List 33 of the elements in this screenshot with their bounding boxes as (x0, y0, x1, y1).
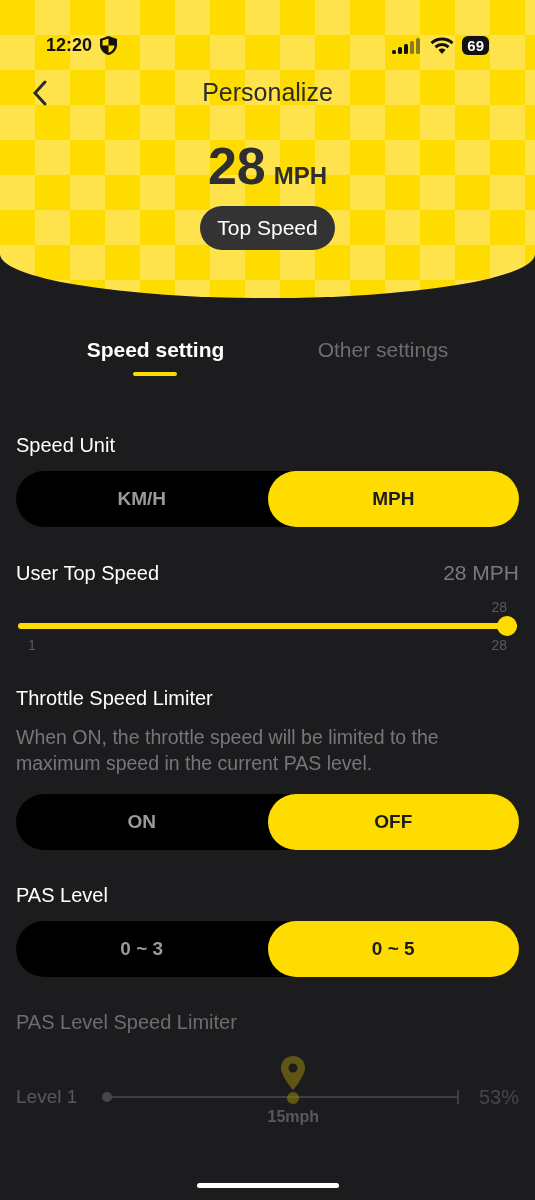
tab[interactable]: Speed setting (86, 338, 225, 388)
speed-value: 28 (207, 136, 266, 196)
segment-option[interactable]: KM/H (16, 471, 268, 527)
segment-option[interactable]: OFF (267, 794, 519, 850)
setting-title: PAS Level (16, 884, 109, 907)
slider-track[interactable] (18, 615, 517, 637)
segment-option[interactable]: 0 ~ 5 (267, 921, 519, 977)
segment-option[interactable]: 0 ~ 3 (16, 921, 268, 977)
setting-title: User Top Speed (16, 561, 160, 585)
setting-title: Speed Unit (16, 434, 116, 457)
level-label: Level 1 (16, 1086, 79, 1108)
setting-title: Throttle Speed Limiter (16, 687, 214, 710)
segment-option[interactable]: MPH (267, 471, 519, 527)
page-title: Personalize (202, 77, 333, 107)
start-dot (102, 1092, 112, 1102)
max-label: 28 (490, 599, 508, 615)
battery-level: 69 (462, 35, 489, 55)
speed-reading: 28 MPH (443, 561, 519, 585)
segment-option[interactable]: ON (16, 794, 268, 850)
back-icon[interactable] (32, 80, 48, 106)
setting-title: PAS Level Speed Limiter (16, 1011, 238, 1034)
slider-knob[interactable] (287, 1092, 300, 1104)
max-label: 28 (490, 637, 508, 653)
top-speed-badge: Top Speed (200, 206, 335, 250)
shield-icon (100, 35, 118, 55)
signal-icon (392, 36, 423, 54)
clock-time: 12:20 (46, 34, 93, 56)
slider-thumb[interactable] (497, 616, 517, 636)
speed-value: 15mph (267, 1108, 320, 1126)
speed-unit: MPH (273, 162, 328, 190)
wifi-icon (430, 36, 455, 54)
min-label: 1 (27, 637, 37, 653)
setting-description: When ON, the throttle speed will be limited to the maximum speed in the current PAS level. (16, 725, 440, 776)
